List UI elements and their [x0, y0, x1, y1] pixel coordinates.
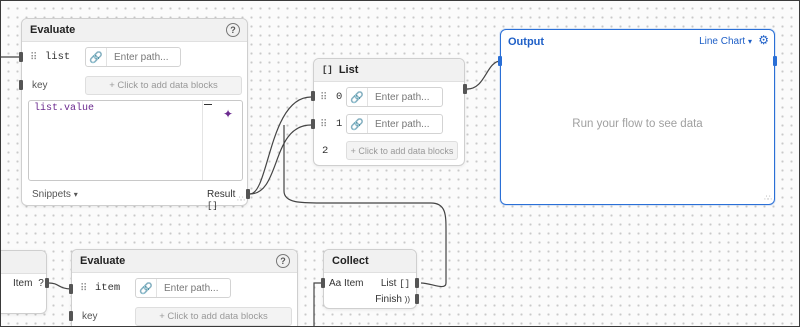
- item-input-row: ⠿ item: [80, 277, 120, 299]
- drag-handle-icon[interactable]: ⠿: [320, 92, 330, 103]
- node-header[interactable]: Collect: [324, 250, 416, 273]
- collect-node[interactable]: Collect Aa Item List [] Finish )): [323, 249, 417, 309]
- node-title: List: [338, 64, 359, 76]
- output-node[interactable]: Output Line Chart ▾ ⚙ Run your flow to s…: [500, 29, 775, 205]
- result-label: Result: [207, 189, 236, 200]
- item-label: Item: [344, 278, 364, 289]
- path-placeholder: Enter path...: [375, 118, 430, 130]
- node-header[interactable]: [1, 251, 46, 274]
- path-input-0[interactable]: 🔗 Enter path...: [346, 87, 443, 107]
- list-icon: []: [322, 65, 333, 75]
- snippets-label: Snippets: [32, 189, 71, 200]
- gear-icon[interactable]: ⚙: [758, 33, 769, 47]
- input-label-key: key: [82, 311, 98, 322]
- editor-gutter: [202, 101, 203, 180]
- chart-type-label: Line Chart: [699, 36, 746, 47]
- node-title: Output: [508, 36, 545, 48]
- output-port-item[interactable]: [45, 278, 49, 288]
- input-label-key: key: [32, 80, 48, 91]
- link-icon[interactable]: 🔗: [347, 88, 368, 106]
- link-icon[interactable]: 🔗: [347, 115, 368, 133]
- list-row-1: ⠿ 1: [320, 113, 342, 135]
- path-placeholder: Enter path...: [375, 91, 430, 103]
- sparkle-icon[interactable]: ✦: [223, 107, 233, 121]
- cursor-mark: [204, 104, 212, 105]
- drag-handle-icon[interactable]: ⠿: [30, 52, 40, 63]
- resize-handle[interactable]: ∴∴: [764, 195, 772, 202]
- row-index: 0: [336, 91, 343, 103]
- list-label: List: [380, 278, 397, 289]
- input-label-item: item: [95, 282, 121, 294]
- add-data-blocks-button[interactable]: + Click to add data blocks: [346, 141, 458, 160]
- evaluate-node-top[interactable]: Evaluate ? ⠿ list 🔗 Enter path... key + …: [21, 18, 248, 211]
- link-icon[interactable]: 🔗: [86, 48, 107, 66]
- node-header[interactable]: Evaluate ?: [72, 250, 297, 273]
- input-port-key[interactable]: [69, 311, 73, 321]
- output-port-finish[interactable]: [415, 294, 419, 304]
- type-text-icon: Aa: [329, 278, 342, 289]
- item-input: Aa Item: [329, 278, 363, 289]
- input-port-key[interactable]: [19, 80, 23, 90]
- output-port-list[interactable]: [415, 278, 419, 288]
- node-title: Collect: [332, 255, 369, 267]
- evaluate-node-bottom[interactable]: Evaluate ? ⠿ item 🔗 Enter path... key + …: [71, 249, 298, 326]
- list-type-icon: []: [399, 279, 410, 289]
- flow-canvas[interactable]: Evaluate ? ⠿ list 🔗 Enter path... key + …: [0, 0, 800, 327]
- input-port-1[interactable]: [311, 119, 315, 129]
- row-index: 1: [336, 118, 343, 130]
- chart-type-select[interactable]: Line Chart ▾: [699, 36, 752, 47]
- chevron-down-icon: ▾: [747, 37, 752, 46]
- list-input-row: ⠿ list: [30, 46, 70, 68]
- path-input-item[interactable]: 🔗 Enter path...: [135, 278, 231, 298]
- input-port-0[interactable]: [311, 91, 315, 101]
- drag-handle-icon[interactable]: ⠿: [320, 119, 330, 130]
- item-label: Item: [13, 278, 33, 289]
- node-header[interactable]: [] List: [314, 59, 464, 82]
- finish-label: Finish: [375, 294, 402, 305]
- path-input-list[interactable]: 🔗 Enter path...: [85, 47, 181, 67]
- link-icon[interactable]: 🔗: [136, 279, 157, 297]
- path-input-1[interactable]: 🔗 Enter path...: [346, 114, 443, 134]
- list-output: List []: [381, 278, 410, 289]
- item-type-icon: ?: [38, 278, 44, 289]
- node-header[interactable]: Evaluate ?: [22, 19, 247, 42]
- node-title: Evaluate: [80, 255, 126, 267]
- input-label-list: list: [45, 51, 71, 63]
- code-text[interactable]: list.value: [34, 103, 94, 114]
- code-editor[interactable]: list.value: [28, 100, 243, 181]
- input-port-item[interactable]: [321, 278, 325, 288]
- node-title: Evaluate: [30, 24, 76, 36]
- chevron-down-icon: ▾: [73, 190, 78, 199]
- row-index: 2: [322, 145, 329, 157]
- help-circle-icon[interactable]: ?: [226, 23, 240, 37]
- finish-output: Finish )): [375, 294, 410, 305]
- partial-node-left[interactable]: Item ?: [1, 250, 47, 314]
- list-row-2: 2: [322, 140, 328, 162]
- add-data-blocks-button[interactable]: + Click to add data blocks: [85, 76, 242, 95]
- list-row-0: ⠿ 0: [320, 86, 342, 108]
- input-port-item[interactable]: [69, 284, 73, 294]
- resize-handle[interactable]: ∴∴: [237, 196, 245, 203]
- input-port-list[interactable]: [19, 52, 23, 62]
- output-port-output[interactable]: [773, 56, 777, 66]
- input-port-output[interactable]: [498, 56, 502, 66]
- output-port-list[interactable]: [463, 84, 467, 94]
- help-circle-icon[interactable]: ?: [276, 254, 290, 268]
- add-data-blocks-button[interactable]: + Click to add data blocks: [135, 307, 292, 326]
- output-port-result[interactable]: [246, 189, 250, 199]
- signal-icon: )): [404, 295, 410, 304]
- item-output: Item ?: [13, 278, 44, 289]
- path-placeholder: Enter path...: [164, 282, 219, 294]
- empty-state-message: Run your flow to see data: [572, 118, 703, 130]
- snippets-dropdown[interactable]: Snippets ▾: [32, 189, 78, 200]
- list-node[interactable]: [] List ⠿ 0 🔗 Enter path... ⠿ 1 🔗 Enter …: [313, 58, 465, 166]
- result-type-icon: []: [207, 201, 218, 211]
- path-placeholder: Enter path...: [114, 51, 169, 63]
- drag-handle-icon[interactable]: ⠿: [80, 283, 90, 294]
